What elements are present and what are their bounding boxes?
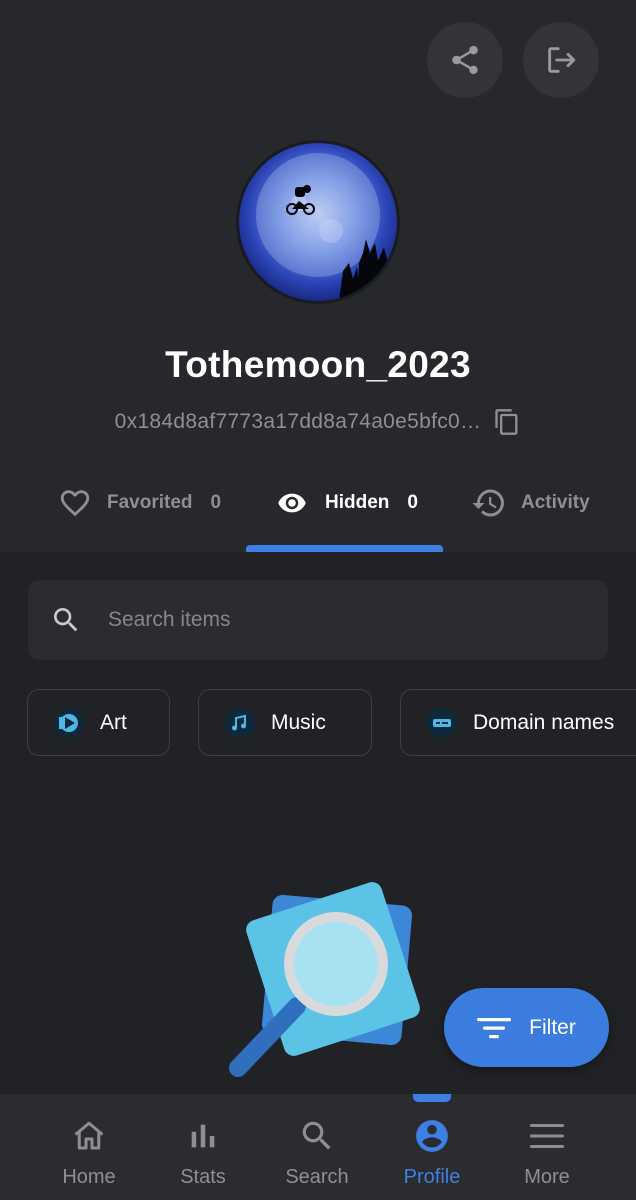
active-tab-indicator [246,545,443,552]
filter-label: Filter [529,1015,576,1039]
bottom-navigation: Home Stats Search Profile More [0,1094,636,1200]
history-icon [471,485,507,521]
domain-icon [427,707,457,738]
search-input[interactable] [108,608,548,632]
nav-label: Stats [180,1166,226,1188]
nav-more[interactable]: More [492,1094,602,1200]
chip-label: Music [271,710,326,734]
moon-bike-picture [256,153,397,301]
nav-label: Profile [403,1166,461,1188]
tab-collected-partial[interactable] [0,470,2,536]
tab-hidden[interactable]: Hidden 0 [273,470,418,536]
nav-home[interactable]: Home [34,1094,144,1200]
filter-icon [477,1016,512,1040]
empty-state-illustration [222,880,432,1095]
nav-stats[interactable]: Stats [148,1094,258,1200]
search-items-field[interactable] [28,580,608,660]
chip-label: Domain names [473,710,615,734]
stats-icon [186,1116,220,1156]
eye-icon [273,488,311,518]
tab-count: 0 [210,492,222,513]
search-icon [50,604,82,636]
art-icon [54,707,84,738]
music-icon [225,707,255,738]
search-icon [298,1116,336,1156]
menu-icon [529,1116,565,1156]
category-chip-music[interactable]: Music [198,689,372,756]
nav-label: Search [285,1166,349,1188]
filter-button[interactable]: Filter [444,988,609,1067]
tab-favorited[interactable]: Favorited 0 [57,470,221,536]
logout-icon [548,47,576,73]
wallet-address-row: 0x184d8af7773a17dd8a74a0e5bfc0… [0,404,636,440]
username: Tothemoon_2023 [165,344,471,385]
profile-header: Tothemoon_2023 0x184d8af7773a17dd8a74a0e… [0,0,636,552]
nav-profile[interactable]: Profile [377,1094,487,1200]
active-nav-indicator [413,1094,451,1102]
tab-activity[interactable]: Activity [471,470,590,536]
share-button[interactable] [427,22,503,98]
tab-count: 0 [407,492,418,513]
tab-label: Hidden [325,492,390,513]
chip-label: Art [100,710,127,734]
category-chip-domain-names[interactable]: Domain names [400,689,636,756]
share-icon [452,45,478,75]
nav-label: Home [62,1166,116,1188]
home-icon [71,1116,107,1156]
category-chip-art[interactable]: Art [27,689,170,756]
nav-search[interactable]: Search [262,1094,372,1200]
logout-button[interactable] [523,22,599,98]
avatar[interactable] [236,140,400,304]
magnifier-illustration-icon [229,882,420,1077]
nav-label: More [524,1166,570,1188]
profile-icon [413,1116,451,1156]
wallet-address: 0x184d8af7773a17dd8a74a0e5bfc0… [114,410,482,433]
tab-label: Favorited [107,492,193,513]
copy-icon[interactable] [493,407,521,437]
profile-tabs: Favorited 0 Hidden 0 Activity [0,470,636,552]
heart-outline-icon [57,486,93,520]
tab-label: Activity [521,492,590,513]
